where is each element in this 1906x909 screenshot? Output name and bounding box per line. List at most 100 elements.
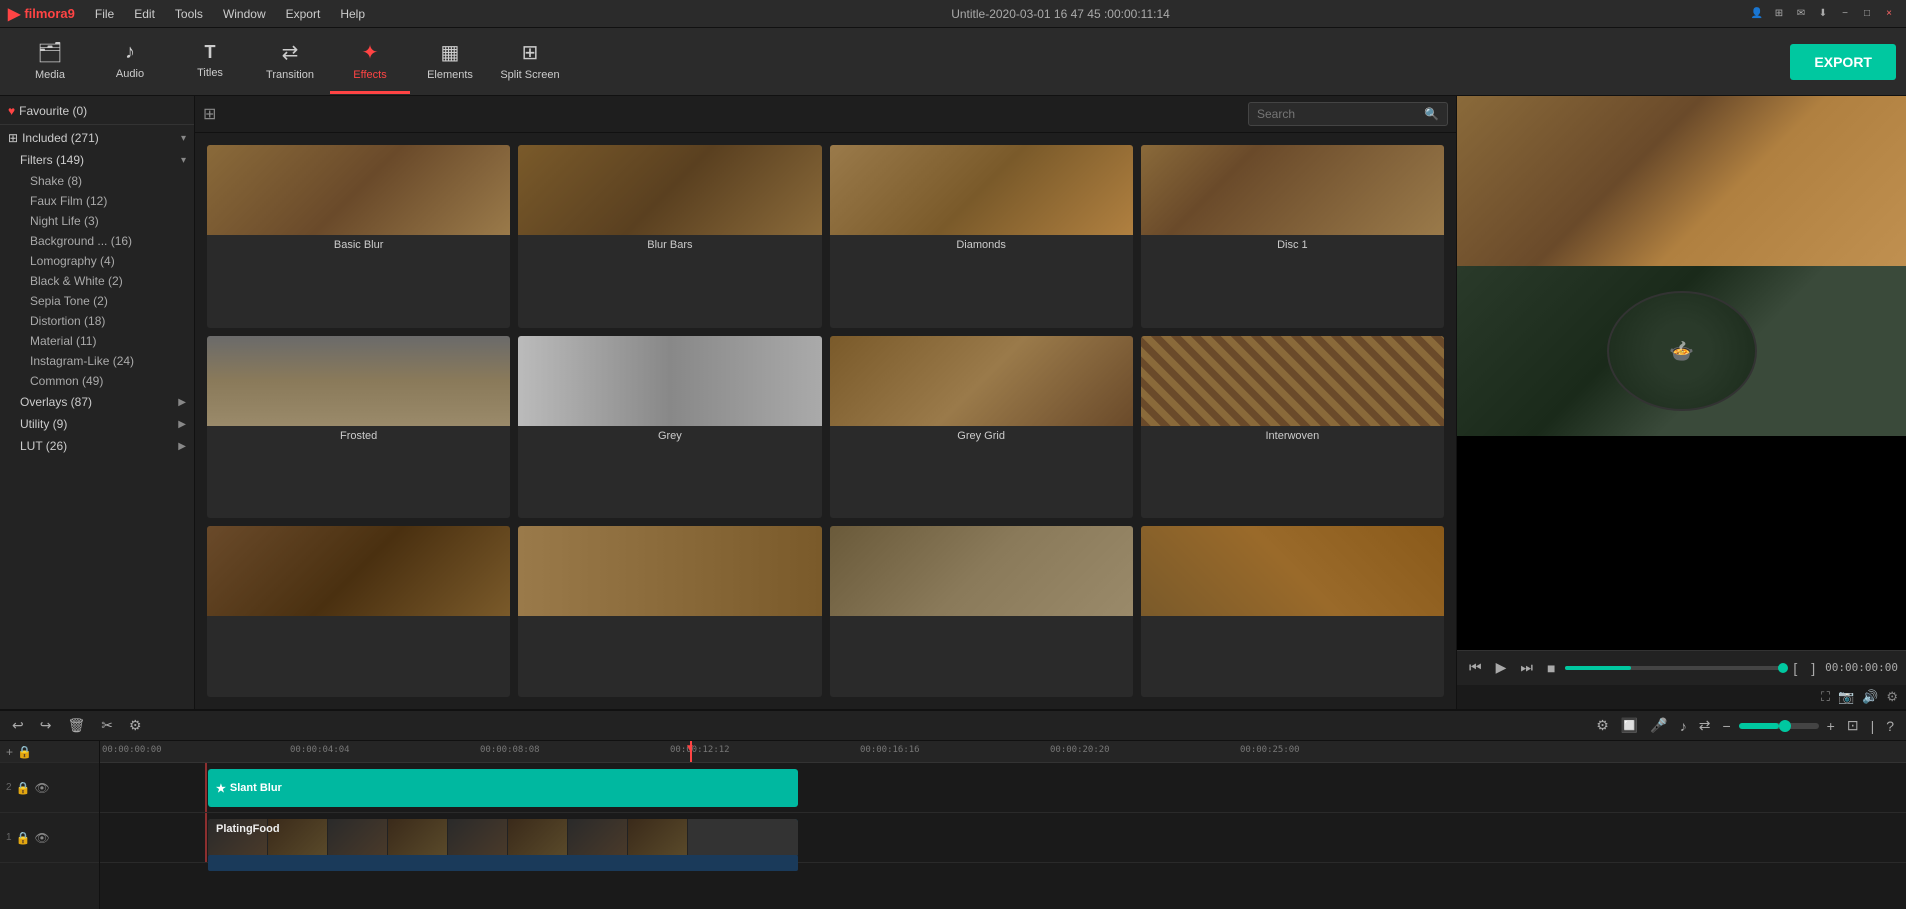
toolbar-audio[interactable]: ♪ Audio xyxy=(90,30,170,94)
export-button[interactable]: EXPORT xyxy=(1790,44,1896,80)
skip-back-button[interactable]: ⏮ xyxy=(1465,657,1486,678)
sidebar-filters[interactable]: Filters (149) ▾ xyxy=(0,149,194,171)
effect-basic-blur[interactable]: Basic Blur xyxy=(207,145,510,328)
menu-window[interactable]: Window xyxy=(215,5,274,23)
clip-audio-track[interactable] xyxy=(208,855,798,871)
menu-edit[interactable]: Edit xyxy=(126,5,163,23)
search-input[interactable] xyxy=(1257,107,1420,121)
sidebar-faux-film[interactable]: Faux Film (12) xyxy=(0,191,194,211)
content-toolbar: ⊞ 🔍 xyxy=(195,96,1456,133)
sidebar-black-white[interactable]: Black & White (2) xyxy=(0,271,194,291)
sidebar-shake[interactable]: Shake (8) xyxy=(0,171,194,191)
sidebar-background[interactable]: Background ... (16) xyxy=(0,231,194,251)
ruler-ts-3: 00:00:12:12 xyxy=(670,745,730,755)
effect-blur-bars[interactable]: Blur Bars xyxy=(518,145,821,328)
menu-help[interactable]: Help xyxy=(332,5,373,23)
bracket-left-button[interactable]: [ xyxy=(1789,658,1801,678)
close-button[interactable]: × xyxy=(1880,5,1898,23)
mail-icon[interactable]: ✉ xyxy=(1792,5,1810,23)
track-1-lock-icon[interactable]: 🔒 xyxy=(16,831,31,845)
bracket-right-button[interactable]: ] xyxy=(1807,658,1819,678)
zoom-out-button[interactable]: − xyxy=(1718,716,1734,736)
toolbar-titles[interactable]: T Titles xyxy=(170,30,250,94)
play-button[interactable]: ▶ xyxy=(1492,657,1511,678)
menu-file[interactable]: File xyxy=(87,5,122,23)
menu-export[interactable]: Export xyxy=(278,5,329,23)
sidebar-sepia-tone[interactable]: Sepia Tone (2) xyxy=(0,291,194,311)
effect-grey-grid[interactable]: Grey Grid xyxy=(830,336,1133,519)
adjust-button[interactable]: ⚙ xyxy=(125,715,146,736)
effect-diamonds[interactable]: Diamonds xyxy=(830,145,1133,328)
lut-arrow: ▶ xyxy=(178,441,186,452)
track-2-eye-icon[interactable]: 👁 xyxy=(35,781,50,795)
effect-row3b[interactable] xyxy=(518,526,821,697)
clip-slant-blur[interactable]: ★ Slant Blur xyxy=(208,769,798,807)
app-logo: ▶ filmora9 xyxy=(8,4,75,24)
maximize-button[interactable]: □ xyxy=(1858,5,1876,23)
search-box[interactable]: 🔍 xyxy=(1248,102,1448,126)
progress-bar[interactable] xyxy=(1565,666,1783,670)
window-title: Untitle-2020-03-01 16 47 45 :00:00:11:14 xyxy=(377,7,1744,21)
replace-button[interactable]: ⇄ xyxy=(1695,715,1715,736)
main-area: ♥ Favourite (0) ⊞ Included (271) ▾ Filte… xyxy=(0,96,1906,709)
progress-dot xyxy=(1778,663,1788,673)
redo-button[interactable]: ↪ xyxy=(36,715,56,736)
effect-label-interwoven: Interwoven xyxy=(1141,426,1444,446)
toolbar-media[interactable]: 🗂 Media xyxy=(10,30,90,94)
sidebar-night-life[interactable]: Night Life (3) xyxy=(0,211,194,231)
effect-interwoven[interactable]: Interwoven xyxy=(1141,336,1444,519)
zoom-in-button[interactable]: + xyxy=(1823,716,1839,736)
mic-button[interactable]: 🎤 xyxy=(1646,715,1671,736)
fit-button[interactable]: ⊡ xyxy=(1843,715,1863,736)
timeline: ↩ ↪ 🗑 ✂ ⚙ ⚙ 🔲 🎤 ♪ ⇄ − + ⊡ | ? + 🔒 xyxy=(0,709,1906,909)
lock-track-icon[interactable]: 🔒 xyxy=(17,745,32,759)
clip-plating-food[interactable]: PlatingFood xyxy=(208,819,798,857)
toolbar-split-screen[interactable]: ⊞ Split Screen xyxy=(490,30,570,94)
sidebar-utility[interactable]: Utility (9) ▶ xyxy=(0,413,194,435)
sidebar-favourite[interactable]: ♥ Favourite (0) xyxy=(0,100,194,122)
sidebar-overlays[interactable]: Overlays (87) ▶ xyxy=(0,391,194,413)
effect-thumb-blur-bars xyxy=(518,145,821,235)
sidebar-common[interactable]: Common (49) xyxy=(0,371,194,391)
menu-tools[interactable]: Tools xyxy=(167,5,211,23)
sidebar-lomography[interactable]: Lomography (4) xyxy=(0,251,194,271)
sidebar-material[interactable]: Material (11) xyxy=(0,331,194,351)
toolbar-transition[interactable]: ⇄ Transition xyxy=(250,30,330,94)
volume-icon[interactable]: 🔊 xyxy=(1862,689,1878,705)
effect-row3c[interactable] xyxy=(830,526,1133,697)
fullscreen-icon[interactable]: ⛶ xyxy=(1821,689,1830,705)
zoom-slider[interactable] xyxy=(1739,723,1819,729)
settings-icon[interactable]: ⚙ xyxy=(1886,689,1898,705)
track-2-lock-icon[interactable]: 🔒 xyxy=(16,781,31,795)
cut-button[interactable]: ✂ xyxy=(97,715,117,736)
audio-button[interactable]: ♪ xyxy=(1676,716,1691,736)
help-button[interactable]: ? xyxy=(1882,716,1898,736)
view-grid-icon[interactable]: ⊞ xyxy=(203,104,216,124)
toolbar-elements[interactable]: ▦ Elements xyxy=(410,30,490,94)
split-button[interactable]: | xyxy=(1867,716,1879,736)
render-button[interactable]: ⚙ xyxy=(1592,715,1613,736)
screenshot-icon[interactable]: 📷 xyxy=(1838,689,1854,705)
sidebar-instagram[interactable]: Instagram-Like (24) xyxy=(0,351,194,371)
profile-icon[interactable]: 👤 xyxy=(1748,5,1766,23)
undo-button[interactable]: ↩ xyxy=(8,715,28,736)
effect-row3a[interactable] xyxy=(207,526,510,697)
toolbar-effects[interactable]: ✦ Effects xyxy=(330,30,410,94)
stop-button[interactable]: ■ xyxy=(1543,658,1559,678)
included-arrow: ▾ xyxy=(181,133,186,144)
skip-forward-button[interactable]: ⏭ xyxy=(1516,657,1537,678)
minimize-button[interactable]: − xyxy=(1836,5,1854,23)
grid-icon[interactable]: ⊞ xyxy=(1770,5,1788,23)
effect-row3d[interactable] xyxy=(1141,526,1444,697)
snap-button[interactable]: 🔲 xyxy=(1617,715,1642,736)
track-1-eye-icon[interactable]: 👁 xyxy=(35,831,50,845)
sidebar-lut[interactable]: LUT (26) ▶ xyxy=(0,435,194,457)
download-icon[interactable]: ⬇ xyxy=(1814,5,1832,23)
effect-frosted[interactable]: Frosted xyxy=(207,336,510,519)
effect-grey[interactable]: Grey xyxy=(518,336,821,519)
delete-button[interactable]: 🗑 xyxy=(63,715,89,736)
sidebar-distortion[interactable]: Distortion (18) xyxy=(0,311,194,331)
effect-disc1[interactable]: Disc 1 xyxy=(1141,145,1444,328)
add-track-icon[interactable]: + xyxy=(6,745,13,759)
sidebar-included[interactable]: ⊞ Included (271) ▾ xyxy=(0,127,194,149)
